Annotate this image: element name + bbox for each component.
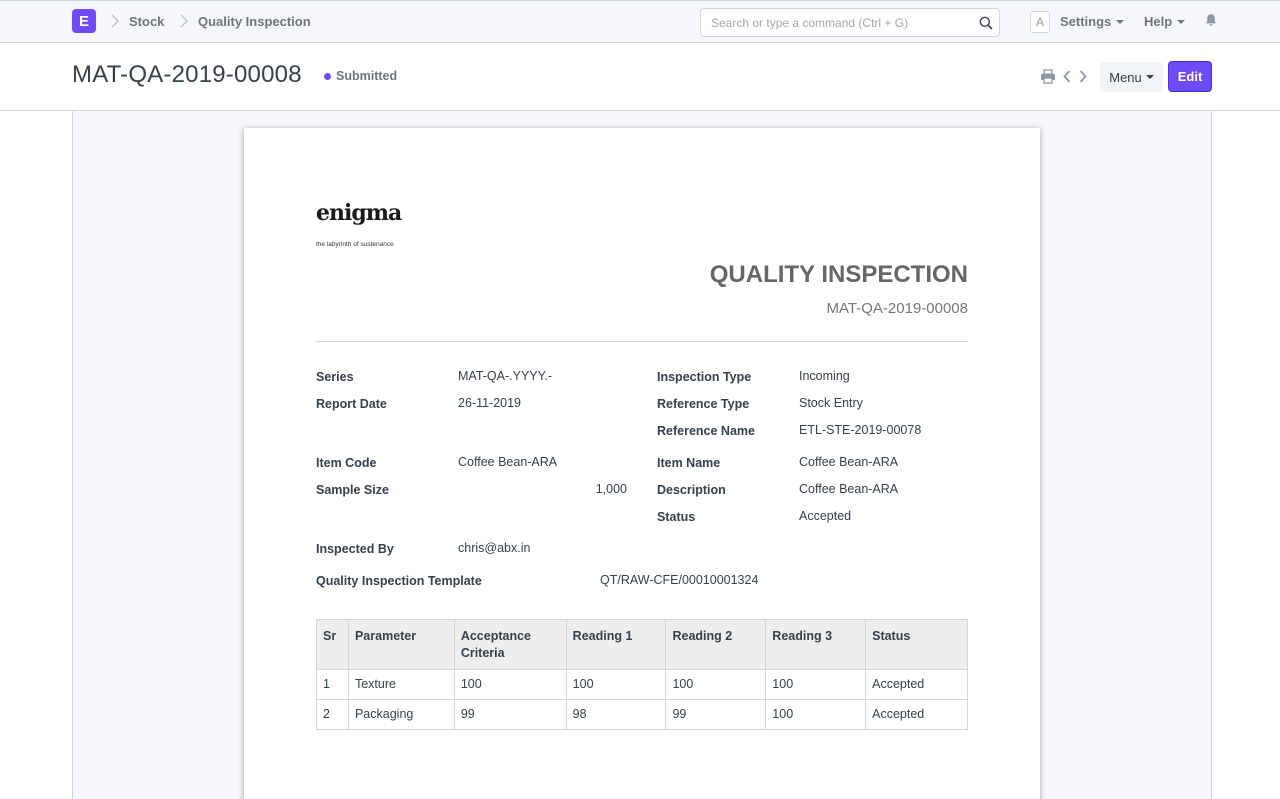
page-head: MAT-QA-2019-00008 Submitted Menu Edit bbox=[0, 43, 1280, 111]
document-name: MAT-QA-2019-00008 bbox=[826, 300, 968, 317]
search-box bbox=[700, 8, 1000, 37]
series-value: MAT-QA-.YYYY.- bbox=[458, 369, 553, 383]
column-header-reading-3: Reading 3 bbox=[765, 619, 867, 670]
caret-down-icon bbox=[1145, 75, 1154, 79]
help-label: Help bbox=[1144, 14, 1173, 29]
cell-reading-1: 98 bbox=[565, 699, 667, 730]
cell-acceptance-criteria: 99 bbox=[453, 699, 567, 730]
item-name-value: Coffee Bean-ARA bbox=[799, 455, 899, 469]
column-header-acceptance-criteria: Acceptance Criteria bbox=[453, 619, 567, 670]
report-date-value: 26-11-2019 bbox=[458, 396, 522, 410]
cell-status: Accepted bbox=[865, 669, 968, 700]
menu-button-label: Menu bbox=[1109, 69, 1142, 85]
page-title: MAT-QA-2019-00008 bbox=[72, 61, 302, 88]
print-page: enigma the labyrinth of sustenance QUALI… bbox=[244, 128, 1040, 799]
cell-status: Accepted bbox=[865, 699, 968, 730]
sample-size-label: Sample Size bbox=[316, 483, 389, 497]
caret-down-icon bbox=[1177, 19, 1186, 24]
status-label: Status bbox=[657, 510, 696, 524]
edit-button[interactable]: Edit bbox=[1168, 61, 1212, 92]
chevron-right-icon bbox=[110, 13, 120, 29]
company-tagline: the labyrinth of sustenance bbox=[316, 241, 394, 248]
company-logo: enigma bbox=[316, 200, 402, 226]
cell-reading-3: 100 bbox=[765, 699, 867, 730]
template-value: QT/RAW-CFE/00010001324 bbox=[600, 573, 759, 587]
sample-size-value: 1,000 bbox=[595, 482, 627, 496]
breadcrumb-stock[interactable]: Stock bbox=[129, 14, 164, 29]
column-header-status: Status bbox=[865, 619, 968, 670]
column-header-sr: Sr bbox=[316, 619, 349, 670]
reference-name-value: ETL-STE-2019-00078 bbox=[799, 423, 922, 437]
table-row: 1 Texture 100 100 100 100 Accepted bbox=[316, 669, 968, 700]
column-header-parameter: Parameter bbox=[347, 619, 455, 670]
cell-parameter: Packaging bbox=[347, 699, 455, 730]
divider bbox=[316, 341, 968, 342]
reference-type-value: Stock Entry bbox=[799, 396, 863, 410]
settings-dropdown[interactable]: Settings bbox=[1060, 14, 1125, 29]
inspection-type-label: Inspection Type bbox=[657, 370, 752, 384]
template-label: Quality Inspection Template bbox=[316, 574, 482, 588]
status-badge: Submitted bbox=[336, 69, 398, 83]
cell-reading-2: 100 bbox=[665, 669, 767, 700]
print-icon[interactable] bbox=[1040, 69, 1056, 84]
inspected-by-label: Inspected By bbox=[316, 542, 394, 556]
search-icon[interactable] bbox=[979, 16, 993, 30]
cell-reading-3: 100 bbox=[765, 669, 867, 700]
app-logo[interactable]: E bbox=[72, 9, 96, 33]
cell-reading-1: 100 bbox=[565, 669, 667, 700]
settings-label: Settings bbox=[1060, 14, 1112, 29]
inspection-type-value: Incoming bbox=[799, 369, 850, 383]
status-indicator-dot bbox=[324, 73, 331, 80]
series-label: Series bbox=[316, 370, 354, 384]
column-header-reading-1: Reading 1 bbox=[565, 619, 667, 670]
chevron-right-icon[interactable] bbox=[1078, 69, 1088, 84]
cell-sr: 2 bbox=[316, 699, 349, 730]
reference-name-label: Reference Name bbox=[657, 424, 755, 438]
item-name-label: Item Name bbox=[657, 456, 721, 470]
document-heading: QUALITY INSPECTION bbox=[709, 261, 968, 288]
column-header-reading-2: Reading 2 bbox=[665, 619, 767, 670]
cell-parameter: Texture bbox=[347, 669, 455, 700]
description-value: Coffee Bean-ARA bbox=[799, 482, 899, 496]
item-code-label: Item Code bbox=[316, 456, 377, 470]
menu-button[interactable]: Menu bbox=[1100, 62, 1163, 92]
caret-down-icon bbox=[1116, 19, 1125, 24]
table-row: 2 Packaging 99 98 99 100 Accepted bbox=[316, 699, 968, 730]
cell-acceptance-criteria: 100 bbox=[453, 669, 567, 700]
description-label: Description bbox=[657, 483, 726, 497]
reference-type-label: Reference Type bbox=[657, 397, 750, 411]
chevron-left-icon[interactable] bbox=[1062, 69, 1072, 84]
readings-table: Sr Parameter Acceptance Criteria Reading… bbox=[316, 619, 968, 730]
status-value: Accepted bbox=[799, 509, 852, 523]
cell-sr: 1 bbox=[316, 669, 349, 700]
navbar: E Stock Quality Inspection A Settings He… bbox=[0, 0, 1280, 43]
inspected-by-value: chris@abx.in bbox=[458, 541, 531, 555]
avatar[interactable]: A bbox=[1030, 11, 1050, 33]
bell-icon[interactable] bbox=[1204, 13, 1218, 27]
item-code-value: Coffee Bean-ARA bbox=[458, 455, 558, 469]
table-header-row: Sr Parameter Acceptance Criteria Reading… bbox=[316, 619, 968, 670]
chevron-right-icon bbox=[179, 13, 189, 29]
breadcrumb-quality-inspection[interactable]: Quality Inspection bbox=[198, 14, 311, 29]
report-date-label: Report Date bbox=[316, 397, 387, 411]
search-input[interactable] bbox=[701, 9, 999, 36]
help-dropdown[interactable]: Help bbox=[1144, 14, 1186, 29]
cell-reading-2: 99 bbox=[665, 699, 767, 730]
